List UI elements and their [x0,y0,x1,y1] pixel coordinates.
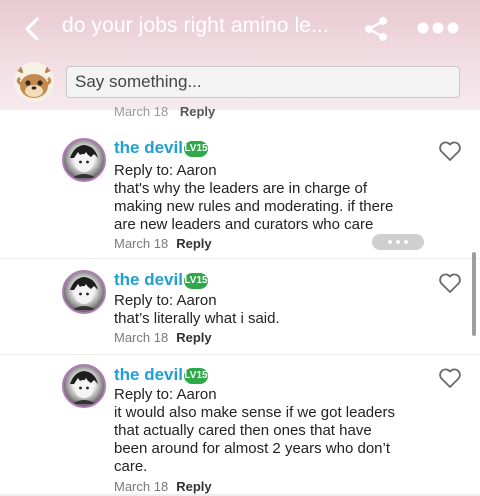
comment-line: care. [114,458,148,475]
heart-icon[interactable] [438,367,462,389]
comment-author[interactable]: the devil [114,270,183,290]
previous-date: March 18 [114,104,169,119]
comment-meta: March 18 Reply [114,330,212,345]
comment-line: that actually cared then ones that have [114,422,372,439]
reply-link[interactable]: Reply [176,330,211,345]
previous-comment-meta: March 18 Reply [114,104,215,119]
comment-item: the devil LV15 Reply to: Aaron that's wh… [0,132,480,256]
anime-avatar-icon [70,145,98,178]
share-icon[interactable] [362,14,390,44]
comment-line: that’s literally what i said. [114,310,280,327]
comment-date: March 18 [114,236,169,251]
level-badge: LV15 [184,273,208,289]
reply-to-label: Reply to: Aaron [114,162,217,179]
comment-item: the devil LV15 Reply to: Aaron that’s li… [0,264,480,352]
divider [0,258,480,259]
comment-line: been around for almost 2 years who don’t [114,440,390,457]
reply-to-label: Reply to: Aaron [114,386,217,403]
more-icon[interactable] [416,18,460,38]
more-options-button[interactable] [372,234,424,250]
anime-avatar-icon [70,277,98,310]
comment-meta: March 18 Reply [114,236,212,251]
scrollbar[interactable] [472,252,476,336]
comment-author[interactable]: the devil [114,138,183,158]
reply-to-label: Reply to: Aaron [114,292,217,309]
comment-line: making new rules and moderating. if ther… [114,198,394,215]
comment-author[interactable]: the devil [114,365,183,385]
comment-body: Reply to: Aaron that’s literally what i … [114,292,414,328]
comment-line: it would also make sense if we got leade… [114,404,395,421]
back-chevron-icon[interactable] [18,14,48,44]
level-badge: LV15 [184,368,208,384]
comment-date: March 18 [114,479,169,494]
comment-input[interactable]: Say something... [66,66,460,98]
ellipsis-icon [388,240,408,244]
comment-body: Reply to: Aaron it would also make sense… [114,386,414,476]
heart-icon[interactable] [438,272,462,294]
previous-reply-link[interactable]: Reply [180,104,215,119]
divider [0,354,480,355]
page-title: do your jobs right amino le... [62,14,329,37]
anime-avatar-icon [70,371,98,404]
deer-avatar-icon [14,62,54,98]
reply-link[interactable]: Reply [176,236,211,251]
avatar[interactable] [62,138,106,182]
comment-item: the devil LV15 Reply to: Aaron it would … [0,360,480,496]
title-bar: do your jobs right amino le... [0,0,480,56]
header: do your jobs right amino le... Say somet… [0,0,480,110]
comment-body: Reply to: Aaron that's why the leaders a… [114,162,414,234]
avatar[interactable] [62,364,106,408]
reply-link[interactable]: Reply [176,479,211,494]
comment-meta: March 18 Reply [114,479,212,494]
comment-line: are new leaders and curators who care [114,216,374,233]
comment-line: that's why the leaders are in charge of [114,180,368,197]
avatar[interactable] [62,270,106,314]
level-badge: LV15 [184,141,208,157]
comment-date: March 18 [114,330,169,345]
heart-icon[interactable] [438,140,462,162]
user-avatar[interactable] [14,62,54,102]
